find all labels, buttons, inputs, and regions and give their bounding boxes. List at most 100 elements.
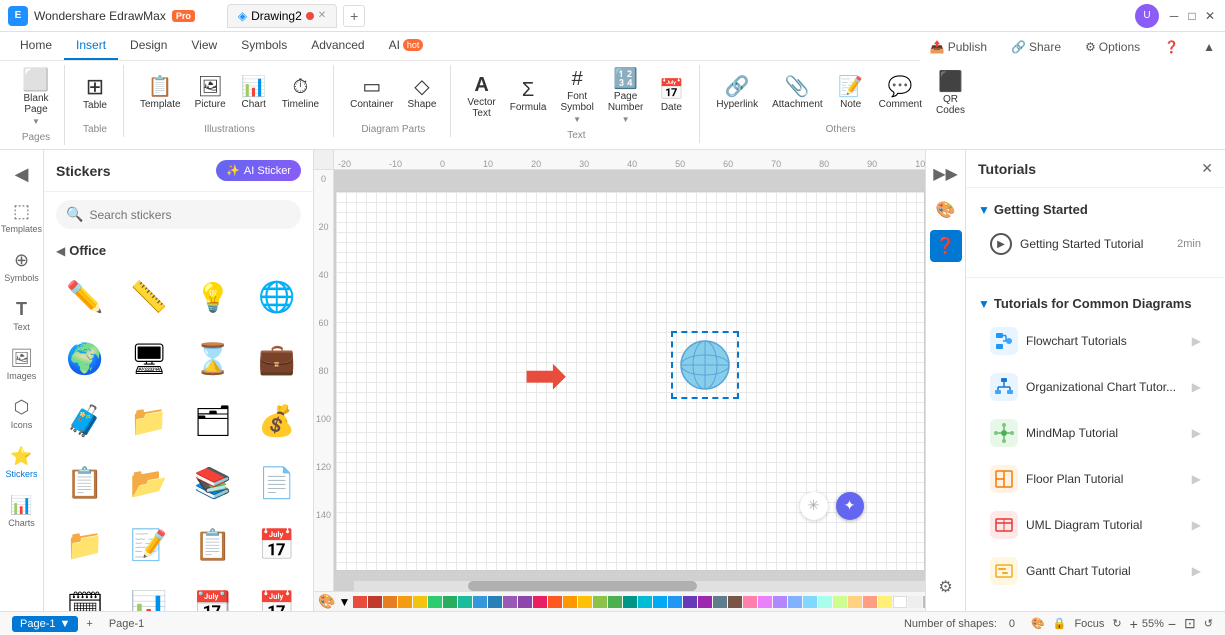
maximize-button[interactable]: □	[1185, 9, 1199, 23]
color-swatch[interactable]	[743, 596, 757, 608]
color-swatch[interactable]	[878, 596, 892, 608]
page-1-tab[interactable]: Page-1	[101, 616, 152, 632]
color-swatch[interactable]	[698, 596, 712, 608]
search-input[interactable]	[89, 208, 291, 222]
sticker-item[interactable]: 📋	[184, 516, 242, 574]
color-swatch[interactable]	[788, 596, 802, 608]
sidebar-collapse-button[interactable]: ◀	[2, 158, 42, 191]
right-panel-expand-icon[interactable]: ▶▶	[930, 158, 962, 190]
options-button[interactable]: ⚙ Options	[1075, 36, 1150, 58]
blank-page-button[interactable]: ⬜ BlankPage ▼	[16, 65, 56, 130]
sticker-item[interactable]: 📏	[120, 268, 178, 326]
sticker-item[interactable]: 🗓	[56, 578, 114, 611]
color-swatch[interactable]	[398, 596, 412, 608]
fit-button[interactable]: ⊡	[1184, 615, 1196, 632]
color-swatch[interactable]	[473, 596, 487, 608]
vector-text-button[interactable]: A VectorText	[461, 71, 501, 123]
color-swatch[interactable]	[488, 596, 502, 608]
collapse-ribbon-button[interactable]: ▲	[1193, 36, 1225, 58]
color-swatch[interactable]	[383, 596, 397, 608]
color-swatch[interactable]	[578, 596, 592, 608]
color-swatch[interactable]	[608, 596, 622, 608]
color-swatch[interactable]	[428, 596, 442, 608]
focus-label[interactable]: Focus	[1074, 618, 1104, 630]
sticker-item[interactable]: ⌛	[184, 330, 242, 388]
user-avatar[interactable]: U	[1135, 4, 1159, 28]
right-panel-settings-icon[interactable]: ⚙	[930, 571, 962, 603]
tab-advanced[interactable]: Advanced	[299, 32, 376, 60]
color-swatch[interactable]	[638, 596, 652, 608]
chart-button[interactable]: 📊 Chart	[234, 73, 274, 114]
sticker-item[interactable]: 💰	[248, 392, 306, 450]
picture-button[interactable]: 🖼 Picture	[189, 73, 232, 114]
color-swatch[interactable]	[863, 596, 877, 608]
tab-symbols[interactable]: Symbols	[229, 32, 299, 60]
canvas-page[interactable]: ➡	[335, 191, 925, 571]
page-1-nav-tab[interactable]: Page-1 ▼	[12, 616, 78, 632]
timeline-button[interactable]: ⏱ Timeline	[276, 73, 325, 114]
magic-tool-button[interactable]: ✦	[836, 492, 864, 520]
note-button[interactable]: 📝 Note	[831, 73, 871, 114]
canvas-selected-element[interactable]	[671, 331, 739, 399]
minimize-button[interactable]: ─	[1167, 9, 1181, 23]
undo-icon[interactable]: ↺	[1204, 617, 1213, 630]
color-swatch[interactable]	[503, 596, 517, 608]
flowchart-tutorial-item[interactable]: Flowchart Tutorials ▶	[974, 319, 1217, 363]
color-swatch[interactable]	[653, 596, 667, 608]
color-swatch[interactable]	[413, 596, 427, 608]
sticker-item[interactable]: 🌐	[248, 268, 306, 326]
sticker-item[interactable]: 📄	[248, 454, 306, 512]
share-button[interactable]: 🔗 Share	[1001, 36, 1071, 58]
color-swatch[interactable]	[818, 596, 832, 608]
zoom-in-button[interactable]: −	[1168, 616, 1176, 632]
tab-design[interactable]: Design	[118, 32, 179, 60]
uml-tutorial-item[interactable]: UML Diagram Tutorial ▶	[974, 503, 1217, 547]
sidebar-item-symbols[interactable]: ⊕ Symbols	[2, 244, 42, 289]
sticker-item[interactable]: 📁	[56, 516, 114, 574]
color-swatch[interactable]	[773, 596, 787, 608]
color-swatch[interactable]	[533, 596, 547, 608]
color-picker-icon[interactable]: 🎨	[318, 593, 335, 610]
add-page-button[interactable]: +	[86, 618, 92, 630]
color-swatch[interactable]	[563, 596, 577, 608]
sticker-item[interactable]: 📁	[120, 392, 178, 450]
tab-home[interactable]: Home	[8, 32, 64, 60]
color-swatch[interactable]	[443, 596, 457, 608]
template-button[interactable]: 📋 Template	[134, 73, 187, 114]
getting-started-header[interactable]: ▼ Getting Started	[966, 196, 1225, 223]
sticker-item[interactable]: 📚	[184, 454, 242, 512]
page-number-button[interactable]: 🔢 PageNumber ▼	[602, 65, 650, 128]
sticker-item[interactable]: 📆	[184, 578, 242, 611]
color-swatch[interactable]	[728, 596, 742, 608]
sticker-item[interactable]: 📝	[120, 516, 178, 574]
canvas-viewport[interactable]: ➡	[334, 170, 925, 591]
play-button-icon[interactable]: ▶	[990, 233, 1012, 255]
sticker-item[interactable]: 🌍	[56, 330, 114, 388]
tab-insert[interactable]: Insert	[64, 32, 118, 60]
color-swatch[interactable]	[908, 596, 922, 608]
mindmap-tutorial-item[interactable]: MindMap Tutorial ▶	[974, 411, 1217, 455]
sticker-item[interactable]: ✏️	[56, 268, 114, 326]
close-button[interactable]: ✕	[1203, 9, 1217, 23]
sticker-item[interactable]: 🧳	[56, 392, 114, 450]
color-swatch[interactable]	[548, 596, 562, 608]
color-swatch[interactable]	[758, 596, 772, 608]
sticker-item[interactable]: 📊	[120, 578, 178, 611]
tab-ai[interactable]: AI hot	[377, 32, 436, 60]
publish-button[interactable]: 📤 Publish	[920, 36, 997, 58]
table-button[interactable]: ⊞ Table	[75, 72, 115, 115]
category-header[interactable]: ◀ Office	[44, 237, 313, 264]
color-swatch[interactable]	[683, 596, 697, 608]
sticker-item[interactable]: 📂	[120, 454, 178, 512]
container-button[interactable]: ▭ Container	[344, 73, 399, 114]
getting-started-tutorial-item[interactable]: ▶ Getting Started Tutorial 2min	[974, 225, 1217, 263]
help-button[interactable]: ❓	[1154, 36, 1189, 58]
qr-codes-button[interactable]: ⬛ QRCodes	[930, 68, 971, 120]
scrollbar-horizontal[interactable]	[354, 581, 925, 591]
sidebar-item-charts[interactable]: 📊 Charts	[2, 489, 42, 534]
hyperlink-button[interactable]: 🔗 Hyperlink	[710, 73, 764, 114]
sticker-item[interactable]: 🗂	[184, 392, 242, 450]
scrollbar-thumb[interactable]	[468, 581, 696, 591]
color-swatch[interactable]	[458, 596, 472, 608]
common-diagrams-header[interactable]: ▼ Tutorials for Common Diagrams	[966, 290, 1225, 317]
